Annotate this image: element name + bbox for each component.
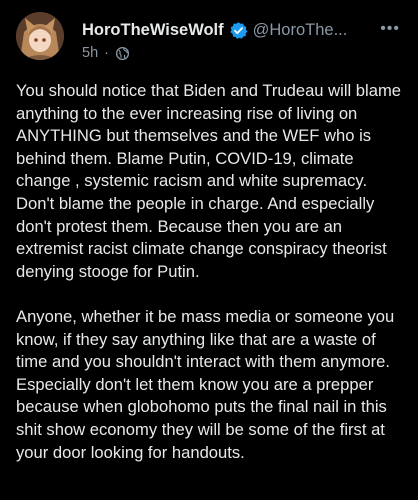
verified-badge-icon (229, 21, 248, 40)
avatar[interactable] (16, 12, 64, 60)
more-options-icon[interactable]: ••• (380, 21, 400, 37)
globe-icon (115, 46, 130, 61)
post-meta: 5h · (82, 44, 130, 62)
post-paragraph: Anyone, whether it be mass media or some… (16, 306, 395, 462)
post-time[interactable]: 5h (82, 45, 98, 61)
post-header: HoroTheWiseWolf @HoroThe... ••• 5h · (0, 0, 418, 70)
author-row: HoroTheWiseWolf @HoroThe... (82, 19, 347, 41)
post-paragraph: You should notice that Biden and Trudeau… (16, 81, 401, 281)
avatar-image (16, 12, 64, 60)
post-body: You should notice that Biden and Trudeau… (16, 80, 406, 464)
display-name[interactable]: HoroTheWiseWolf (82, 21, 224, 40)
meta-separator: · (104, 45, 109, 61)
author-handle[interactable]: @HoroThe... (253, 21, 348, 40)
